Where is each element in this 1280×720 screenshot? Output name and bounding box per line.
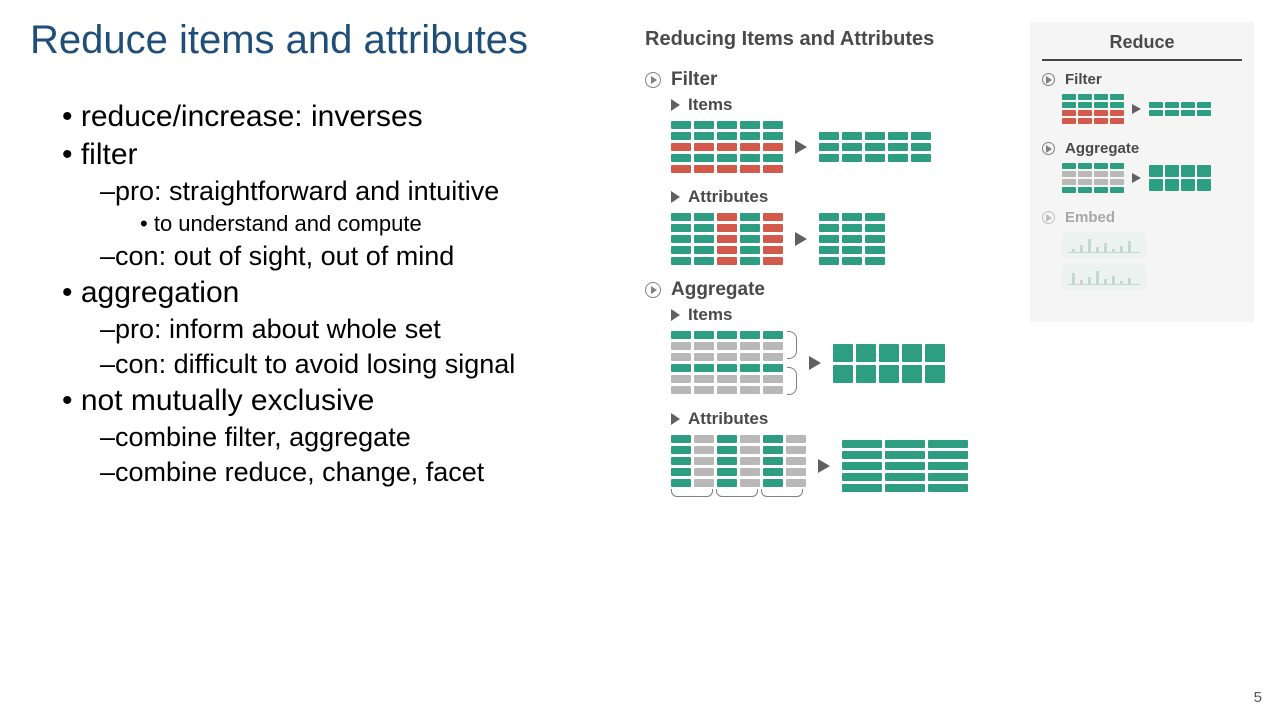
bullet-odot-icon [1042,142,1055,155]
bullet-l2: –con: difficult to avoid losing signal [100,349,622,380]
sidebar-aggregate-diagram [1062,163,1242,193]
arrow-icon [795,140,807,154]
bullet-text: combine reduce, change, facet [115,457,484,487]
grid-after [819,213,885,265]
bullet-odot-icon [1042,211,1055,224]
bullet-l2: –con: out of sight, out of mind [100,241,622,272]
bullet-l3: • to understand and compute [140,211,622,237]
diagram-aggregate-attributes [671,435,1000,497]
diagram-aggregate-items [671,331,1000,395]
bullet-odot-icon [645,72,661,88]
sparkline-icon [1062,232,1146,258]
subsection-items: Items [671,95,1000,115]
sub-label: Items [688,305,732,325]
arrow-icon [671,191,680,203]
arrow-icon [671,309,680,321]
bullet-l1: • aggregation [62,276,622,310]
sub-label: Attributes [688,187,768,207]
section-label: Aggregate [671,279,765,301]
bullet-text: not mutually exclusive [81,384,374,417]
arrow-icon [1132,173,1141,183]
grid-before [671,331,783,395]
bullet-text: reduce/increase: inverses [81,100,423,133]
bullet-text: con: difficult to avoid losing signal [115,349,515,379]
bullet-l2: –combine reduce, change, facet [100,457,622,488]
bracket-icon [787,331,797,395]
bullet-odot-icon [1042,73,1055,86]
sidebar-label: Embed [1065,209,1115,226]
bullet-odot-icon [645,282,661,298]
bullet-text: aggregation [81,276,239,309]
bullet-l1: • reduce/increase: inverses [62,100,622,134]
grid-after [833,344,945,383]
diagram-title: Reducing Items and Attributes [645,28,1000,51]
arrow-icon [671,413,680,425]
arrow-icon [671,99,680,111]
arrow-icon [809,356,821,370]
bullet-text: combine filter, aggregate [115,422,411,452]
bullet-l2: –combine filter, aggregate [100,422,622,453]
slide: Reduce items and attributes • reduce/inc… [0,0,1280,720]
arrow-icon [795,232,807,246]
sidebar-label: Filter [1065,71,1102,88]
grid-before [671,435,806,487]
bullet-text: pro: inform about whole set [115,314,441,344]
bullet-l2: –pro: inform about whole set [100,314,622,345]
grid-before [671,121,783,173]
sidebar-embed: Embed [1042,209,1242,290]
grid-before [671,213,783,265]
sidebar-filter-diagram [1062,94,1242,124]
subsection-attributes: Attributes [671,409,1000,429]
sub-label: Attributes [688,409,768,429]
sidebar-aggregate: Aggregate [1042,140,1242,193]
diagram-column: Reducing Items and Attributes Filter Ite… [645,28,1000,511]
sparkline-icon [1062,264,1146,290]
sidebar-label: Aggregate [1065,140,1139,157]
underbracket-icon [671,489,806,497]
sidebar-title: Reduce [1042,32,1242,61]
slide-title: Reduce items and attributes [30,18,528,63]
bullet-l2: –pro: straightforward and intuitive [100,176,622,207]
diagram-filter-items [671,121,1000,173]
bullet-text: pro: straightforward and intuitive [115,176,499,206]
diagram-filter-attributes [671,213,1000,265]
page-number: 5 [1254,689,1262,706]
bullet-l1: • filter [62,138,622,172]
sub-label: Items [688,95,732,115]
section-filter: Filter [645,69,1000,91]
arrow-icon [1132,104,1141,114]
sidebar-filter: Filter [1042,71,1242,124]
section-label: Filter [671,69,717,91]
bullet-text: filter [81,138,138,171]
bullet-text: to understand and compute [154,211,422,236]
slide-body: • reduce/increase: inverses • filter –pr… [62,98,622,492]
grid-after [819,132,931,162]
bullet-l1: • not mutually exclusive [62,384,622,418]
subsection-items: Items [671,305,1000,325]
arrow-icon [818,459,830,473]
bullet-text: con: out of sight, out of mind [115,241,454,271]
sidebar-reduce: Reduce Filter [1030,22,1254,322]
section-aggregate: Aggregate [645,279,1000,301]
grid-after [842,440,968,492]
subsection-attributes: Attributes [671,187,1000,207]
